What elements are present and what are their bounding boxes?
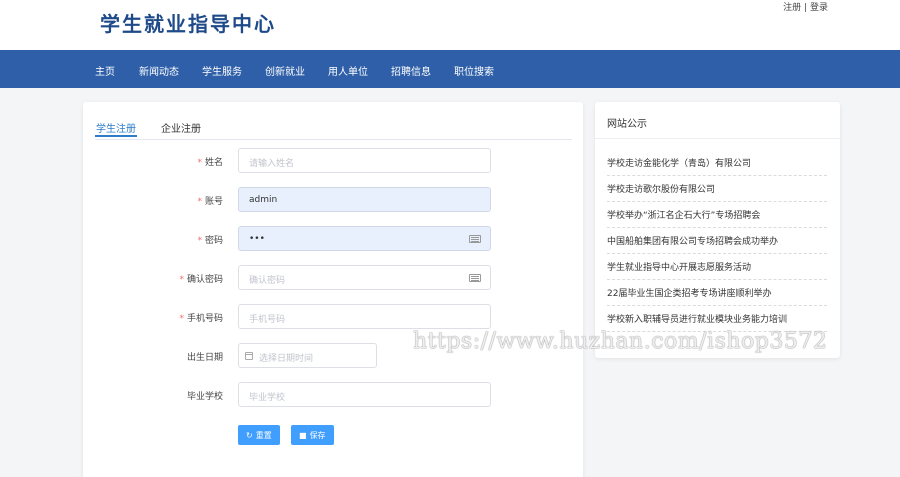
account-label: * 账号: [197, 197, 223, 207]
nav-item-home[interactable]: 主页: [95, 63, 115, 78]
auth-links: 注册 | 登录: [783, 0, 828, 13]
notice-item[interactable]: 学生就业指导中心开展志愿服务活动: [607, 254, 827, 280]
password-label: * 密码: [197, 236, 223, 246]
phone-label: * 手机号码: [179, 314, 223, 324]
tab-student-register[interactable]: 学生注册: [95, 120, 137, 137]
school-label: 毕业学校: [186, 392, 223, 402]
tab-company-register[interactable]: 企业注册: [161, 120, 201, 135]
save-button[interactable]: ■ 保存: [291, 425, 334, 445]
nav-item-news[interactable]: 新闻动态: [139, 63, 179, 78]
save-icon: ■: [299, 431, 307, 440]
nav-item-recruitment[interactable]: 招聘信息: [391, 63, 431, 78]
name-label: * 姓名: [197, 158, 223, 168]
site-title: 学生就业指导中心: [100, 12, 276, 36]
auth-separator: |: [804, 3, 808, 13]
refresh-icon: ↻: [246, 431, 253, 440]
notices-panel: 网站公示 学校走访金能化学（青岛）有限公司 学校走访歌尔股份有限公司 学校举办“…: [595, 102, 840, 358]
notice-item[interactable]: 22届毕业生国企类招考专场讲座顺利举办: [607, 280, 827, 306]
confirm-password-placeholder: 确认密码: [249, 276, 286, 286]
nav-item-job-search[interactable]: 职位搜索: [454, 63, 494, 78]
notice-item[interactable]: 学校走访金能化学（青岛）有限公司: [607, 150, 827, 176]
divider: [595, 138, 840, 139]
nav-item-student-services[interactable]: 学生服务: [202, 63, 242, 78]
keyboard-icon[interactable]: [469, 274, 481, 282]
registration-tabs: 学生注册 企业注册: [95, 120, 572, 140]
nav-item-innovation[interactable]: 创新就业: [265, 63, 305, 78]
calendar-icon: [245, 352, 253, 360]
confirm-password-field[interactable]: 确认密码: [238, 265, 491, 290]
birthdate-placeholder: 选择日期时间: [259, 354, 314, 364]
birthdate-label: 出生日期: [186, 353, 223, 363]
login-link[interactable]: 登录: [810, 3, 828, 13]
notice-item[interactable]: 中国船舶集团有限公司专场招聘会成功举办: [607, 228, 827, 254]
register-link[interactable]: 注册: [783, 3, 801, 13]
notices-title: 网站公示: [607, 119, 647, 130]
main-nav: 主页 新闻动态 学生服务 创新就业 用人单位 招聘信息 职位搜索: [0, 50, 900, 88]
name-field[interactable]: 请输入姓名: [238, 148, 491, 173]
keyboard-icon[interactable]: [469, 235, 481, 243]
watermark-text: https://www.huzhan.com/ishop3572: [413, 329, 828, 354]
phone-field[interactable]: 手机号码: [238, 304, 491, 329]
top-header: 学生就业指导中心 注册 | 登录: [0, 0, 900, 50]
account-field[interactable]: admin: [238, 187, 491, 212]
confirm-password-label: * 确认密码: [179, 275, 223, 285]
nav-item-employers[interactable]: 用人单位: [328, 63, 368, 78]
school-field[interactable]: 毕业学校: [238, 382, 491, 407]
reset-button[interactable]: ↻ 重置: [238, 425, 280, 445]
notice-item[interactable]: 学校走访歌尔股份有限公司: [607, 176, 827, 202]
password-value: •••: [249, 234, 265, 244]
password-field[interactable]: •••: [238, 226, 491, 251]
registration-card: 学生注册 企业注册 * 姓名 请输入姓名 * 账号 admin * 密码 ••• * 确…: [83, 102, 583, 477]
notice-item[interactable]: 学校举办“浙江名企石大行”专场招聘会: [607, 202, 827, 228]
birthdate-picker[interactable]: 选择日期时间: [238, 343, 377, 368]
